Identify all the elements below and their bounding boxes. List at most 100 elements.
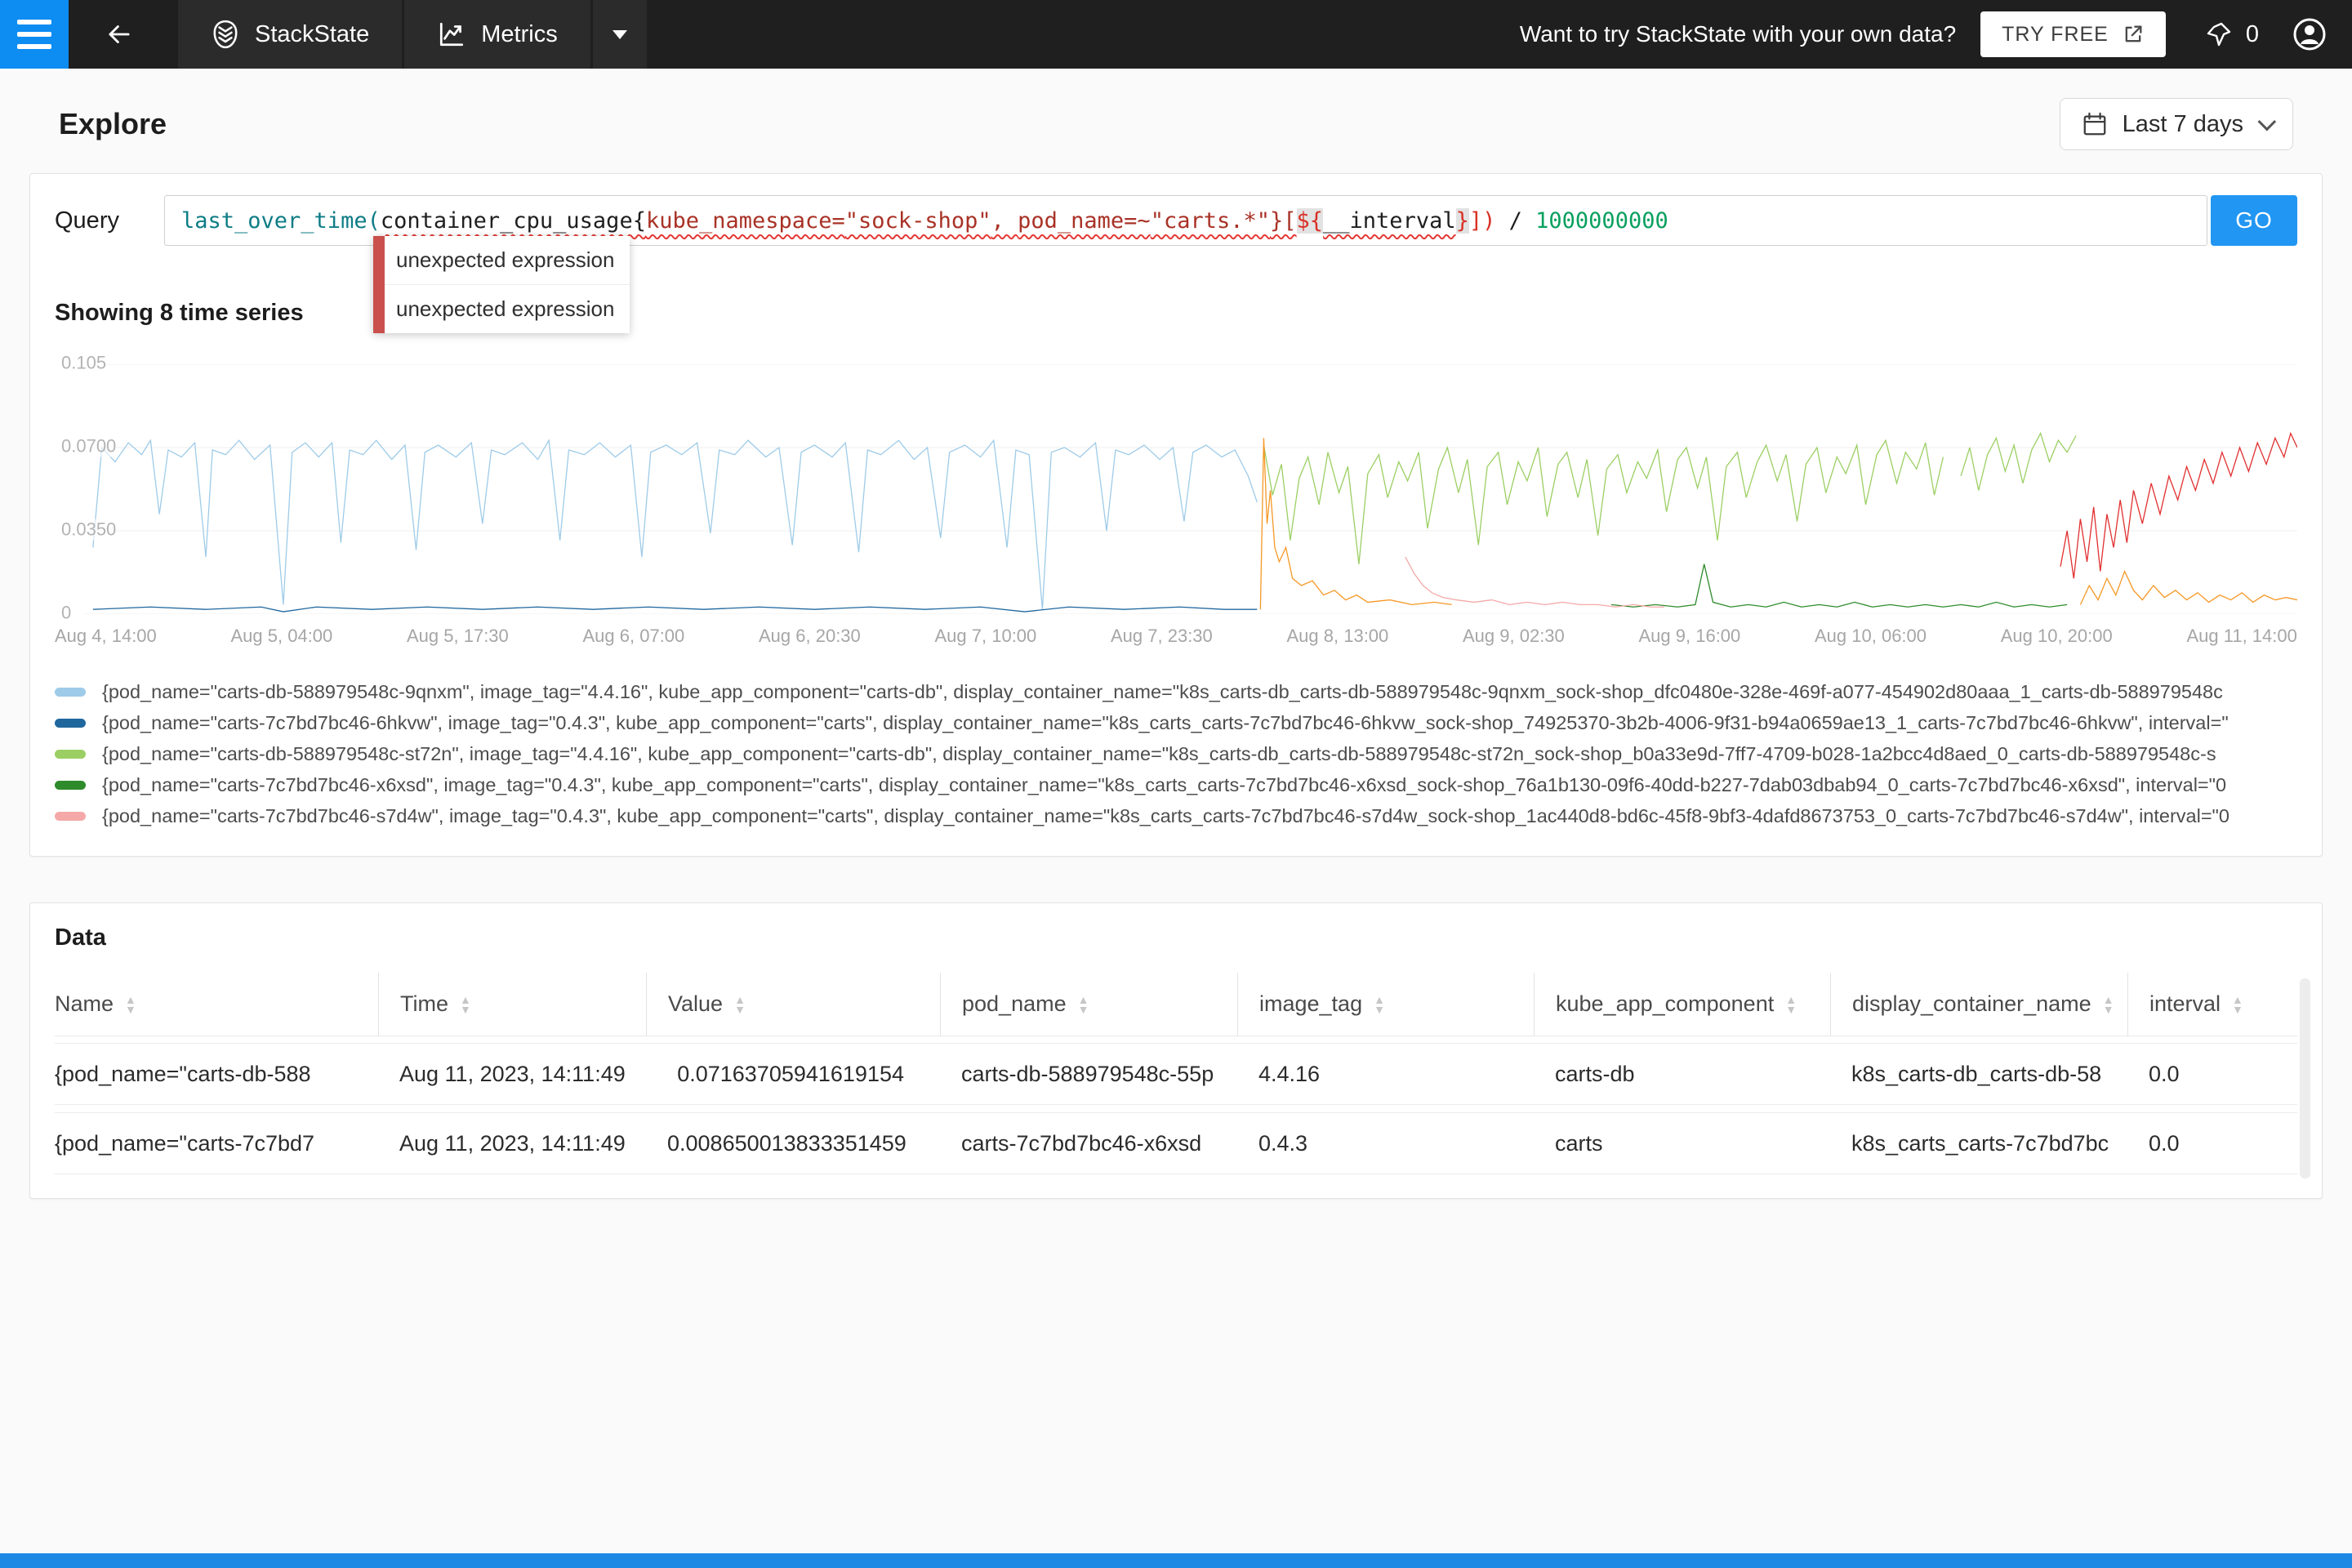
query-token: __interval: [1323, 208, 1456, 234]
table-cell-image_tag: 0.4.3: [1237, 1113, 1534, 1174]
chart-canvas: [84, 364, 2297, 614]
x-axis-label: Aug 7, 10:00: [935, 626, 1037, 647]
tab-dropdown-caret[interactable]: [593, 0, 647, 69]
sort-icon[interactable]: ▲▼: [734, 995, 746, 1014]
error-message: unexpected expression: [385, 284, 630, 333]
column-header-label: image_tag: [1259, 991, 1362, 1017]
column-header-label: Time: [400, 991, 448, 1017]
time-range-label: Last 7 days: [2123, 111, 2243, 138]
query-token: }: [1456, 208, 1469, 234]
legend-item[interactable]: {pod_name="carts-7c7bd7bc46-6hkvw", imag…: [55, 707, 2297, 738]
page-title: Explore: [59, 107, 167, 141]
table-row[interactable]: {pod_name="carts-7c7bd7Aug 11, 2023, 14:…: [55, 1112, 2297, 1174]
series-line-carts-db-588979548c-9qnxm: [93, 440, 1257, 609]
x-axis-label: Aug 4, 14:00: [55, 626, 157, 647]
pin-count: 0: [2246, 21, 2259, 48]
table-header-row: Name▲▼Time▲▼Value▲▼pod_name▲▼image_tag▲▼…: [55, 973, 2297, 1036]
legend-swatch: [55, 750, 86, 759]
column-header-Name[interactable]: Name ▲▼: [55, 973, 378, 1036]
query-chart-card: Query last_over_time(container_cpu_usage…: [29, 173, 2323, 857]
legend-item[interactable]: {pod_name="carts-db-588979548c-9qnxm", i…: [55, 676, 2297, 707]
metrics-icon: [437, 20, 466, 49]
x-axis-label: Aug 6, 07:00: [583, 626, 685, 647]
query-token: ,: [991, 208, 1018, 234]
try-free-label: TRY FREE: [2002, 23, 2109, 47]
x-axis-label: Aug 5, 17:30: [407, 626, 509, 647]
time-series-chart[interactable]: 0.1050.07000.03500: [55, 364, 2297, 614]
column-header-display_container_name[interactable]: display_container_name ▲▼: [1830, 973, 2127, 1036]
query-token: last_over_time(: [181, 208, 381, 234]
legend-item[interactable]: {pod_name="carts-db-588979548c-st72n", i…: [55, 738, 2297, 769]
x-axis-label: Aug 11, 14:00: [2186, 626, 2296, 647]
try-free-button[interactable]: TRY FREE: [1980, 11, 2166, 57]
query-token: pod_name=~: [1018, 208, 1151, 234]
column-header-pod_name[interactable]: pod_name▲▼: [940, 973, 1237, 1036]
tab-metrics[interactable]: Metrics: [404, 0, 590, 69]
go-button[interactable]: GO: [2211, 195, 2297, 246]
menu-button[interactable]: [0, 0, 69, 69]
legend-label: {pod_name="carts-7c7bd7bc46-6hkvw", imag…: [102, 712, 2229, 734]
column-header-label: Name: [55, 991, 114, 1017]
x-axis-label: Aug 9, 02:30: [1463, 626, 1565, 647]
chart-legend: {pod_name="carts-db-588979548c-9qnxm", i…: [55, 676, 2297, 831]
calendar-icon: [2082, 111, 2108, 137]
column-header-interval[interactable]: interval ▲▼: [2127, 973, 2297, 1036]
x-axis-label: Aug 9, 16:00: [1639, 626, 1741, 647]
column-header-label: display_container_name: [1852, 991, 2091, 1017]
back-arrow-icon: [104, 19, 135, 50]
column-header-Value[interactable]: Value▲▼: [646, 973, 940, 1036]
sort-icon[interactable]: ▲▼: [2103, 995, 2114, 1014]
table-row[interactable]: {pod_name="carts-db-588Aug 11, 2023, 14:…: [55, 1043, 2297, 1105]
query-label: Query: [55, 207, 164, 234]
pin-icon: [2205, 20, 2233, 48]
x-axis-label: Aug 5, 04:00: [231, 626, 333, 647]
back-button[interactable]: [95, 10, 144, 59]
user-avatar-button[interactable]: [2292, 16, 2328, 52]
legend-label: {pod_name="carts-7c7bd7bc46-s7d4w", imag…: [102, 805, 2230, 827]
external-link-icon: [2122, 23, 2145, 46]
data-table: Name▲▼Time▲▼Value▲▼pod_name▲▼image_tag▲▼…: [55, 973, 2297, 1174]
query-token: ]): [1469, 208, 1496, 234]
sort-icon[interactable]: ▲▼: [1785, 995, 1797, 1014]
table-cell-Value: 0.008650013833351459: [646, 1113, 940, 1174]
time-range-selector[interactable]: Last 7 days: [2060, 98, 2293, 150]
user-avatar-icon: [2292, 16, 2328, 52]
sort-icon[interactable]: ▲▼: [1078, 995, 1089, 1014]
tab-stackstate[interactable]: StackState: [178, 0, 402, 69]
query-token: kube_namespace=: [646, 208, 845, 234]
stackstate-logo-icon: [211, 20, 240, 49]
legend-item[interactable]: {pod_name="carts-7c7bd7bc46-s7d4w", imag…: [55, 800, 2297, 831]
series-line-carts-db-588979548c-55p: [2060, 434, 2297, 579]
x-axis-label: Aug 10, 06:00: [1815, 626, 1927, 647]
legend-item[interactable]: {pod_name="carts-7c7bd7bc46-x6xsd", imag…: [55, 769, 2297, 800]
query-token: "carts.*": [1151, 208, 1270, 234]
table-cell-display_container_name: k8s_carts_carts-7c7bd7bc: [1830, 1113, 2127, 1174]
top-navigation-bar: StackState Metrics Want to try StackStat…: [0, 0, 2352, 69]
table-cell-image_tag: 4.4.16: [1237, 1044, 1534, 1104]
table-cell-interval: 0.0: [2127, 1044, 2297, 1104]
sort-icon[interactable]: ▲▼: [1374, 995, 1385, 1014]
x-axis: Aug 4, 14:00 Aug 5, 04:00 Aug 5, 17:30 Aug …: [55, 626, 2297, 647]
pin-button[interactable]: 0: [2205, 20, 2259, 48]
promo-text: Want to try StackState with your own dat…: [1520, 21, 1956, 47]
series-line-carts-db-588979548c-st72n: [1961, 434, 2076, 491]
sort-icon[interactable]: ▲▼: [460, 995, 471, 1014]
y-axis-label: 0.105: [61, 353, 106, 374]
column-header-image_tag[interactable]: image_tag ▲▼: [1237, 973, 1534, 1036]
table-cell-Time: Aug 11, 2023, 14:11:49: [378, 1113, 646, 1174]
sort-icon[interactable]: ▲▼: [2232, 995, 2243, 1014]
column-header-kube_app_component[interactable]: kube_app_component▲▼: [1534, 973, 1830, 1036]
legend-swatch: [55, 781, 86, 790]
sort-icon[interactable]: ▲▼: [125, 995, 136, 1014]
x-axis-label: Aug 8, 13:00: [1287, 626, 1389, 647]
app-tabs: StackState Metrics: [178, 0, 647, 69]
table-cell-pod_name: carts-db-588979548c-55p: [940, 1044, 1237, 1104]
legend-label: {pod_name="carts-db-588979548c-9qnxm", i…: [102, 681, 2223, 703]
data-card: Data Name▲▼Time▲▼Value▲▼pod_name▲▼image_…: [29, 902, 2323, 1199]
chevron-down-icon: [2258, 113, 2277, 131]
table-scrollbar[interactable]: [2300, 978, 2310, 1178]
table-cell-kube_app_component: carts: [1534, 1113, 1830, 1174]
series-line-unlabeled-series-orange: [1260, 438, 1451, 609]
column-header-Time[interactable]: Time ▲▼: [378, 973, 646, 1036]
column-header-label: interval: [2149, 991, 2221, 1017]
